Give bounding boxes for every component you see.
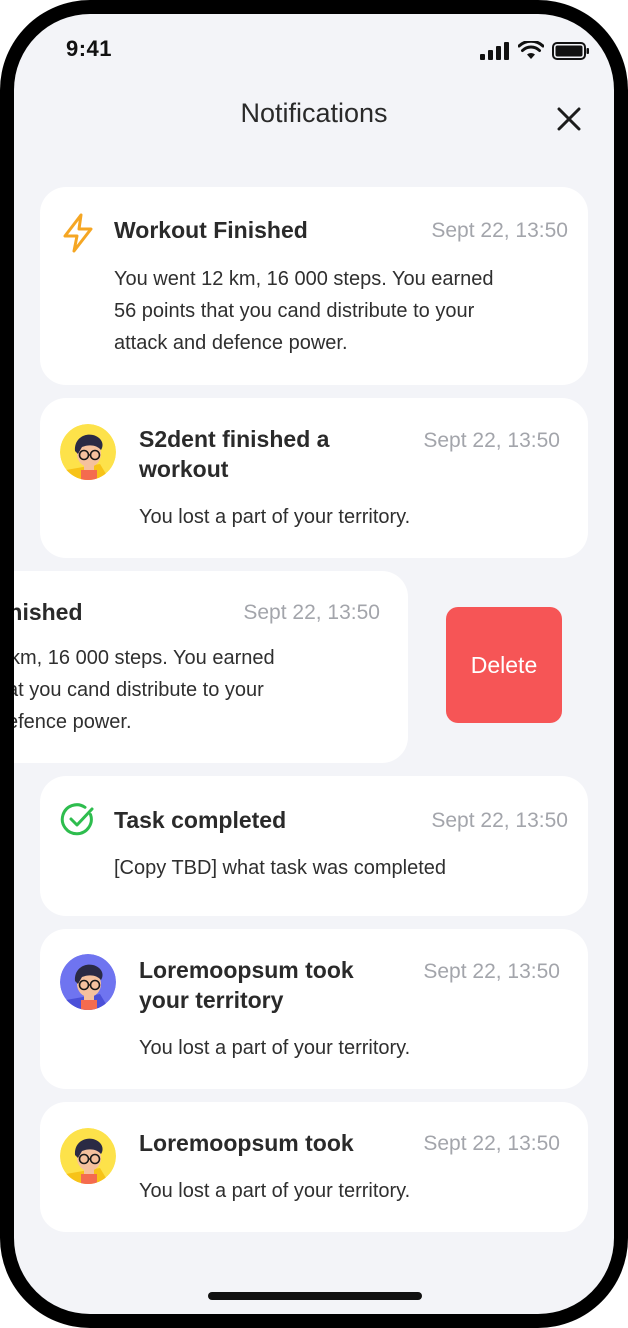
notification-title: Task completed bbox=[114, 807, 287, 833]
avatar bbox=[60, 954, 116, 1010]
notification-card-task-completed[interactable]: Task completed Sept 22, 13:50 [Copy TBD]… bbox=[40, 776, 588, 916]
notification-card-workout-finished[interactable]: Workout Finished Sept 22, 13:50 You went… bbox=[40, 187, 588, 385]
notification-body: You lost a part of your territory. bbox=[139, 1037, 411, 1059]
close-icon bbox=[557, 107, 581, 131]
notification-time: Sept 22, 13:50 bbox=[431, 809, 568, 832]
avatar bbox=[60, 424, 116, 480]
page-title: Notifications bbox=[240, 98, 388, 128]
phone-frame: 9:41 Notifications Workout Finished Sept… bbox=[0, 0, 628, 1328]
notification-body: You lost a part of your territory. bbox=[139, 506, 411, 528]
lightning-icon bbox=[60, 213, 96, 258]
notification-title: Loremoopsum took bbox=[139, 1130, 354, 1156]
screen: 9:41 Notifications Workout Finished Sept… bbox=[14, 14, 614, 1314]
cellular-signal-icon bbox=[480, 41, 509, 60]
notification-body: km, 16 000 steps. You earned at you cand… bbox=[14, 647, 275, 733]
notification-title: inished bbox=[14, 599, 83, 625]
notification-time: Sept 22, 13:50 bbox=[423, 960, 560, 983]
status-time: 9:41 bbox=[66, 36, 113, 61]
notification-time: Sept 22, 13:50 bbox=[431, 219, 568, 242]
notification-card-loremoopsum[interactable]: Loremoopsum took Sept 22, 13:50 You lost… bbox=[40, 1102, 588, 1232]
notification-time: Sept 22, 13:50 bbox=[423, 1132, 560, 1155]
notification-title: Workout Finished bbox=[114, 217, 308, 243]
notification-card-loremoopsum-territory[interactable]: Loremoopsum took your territory Sept 22,… bbox=[40, 929, 588, 1089]
notification-card-s2dent[interactable]: S2dent finished a workout Sept 22, 13:50… bbox=[40, 398, 588, 558]
notification-body: You lost a part of your territory. bbox=[139, 1180, 411, 1202]
notification-title: Loremoopsum took your territory bbox=[139, 957, 354, 1013]
avatar bbox=[60, 1128, 116, 1184]
notification-body: You went 12 km, 16 000 steps. You earned… bbox=[114, 268, 494, 354]
notification-time: Sept 22, 13:50 bbox=[243, 601, 380, 624]
notification-body: [Copy TBD] what task was completed bbox=[114, 857, 446, 879]
home-indicator[interactable] bbox=[208, 1292, 422, 1300]
notification-time: Sept 22, 13:50 bbox=[423, 429, 560, 452]
notification-title: S2dent finished a workout bbox=[139, 426, 330, 482]
status-icons bbox=[480, 41, 590, 60]
battery-icon bbox=[552, 41, 589, 60]
delete-button[interactable]: Delete bbox=[446, 607, 562, 723]
status-bar: 9:41 bbox=[14, 14, 614, 94]
close-button[interactable] bbox=[552, 102, 586, 136]
check-circle-icon bbox=[60, 802, 96, 843]
wifi-icon bbox=[518, 41, 544, 59]
notification-card-swiped[interactable]: inished Sept 22, 13:50 km, 16 000 steps.… bbox=[14, 571, 408, 763]
